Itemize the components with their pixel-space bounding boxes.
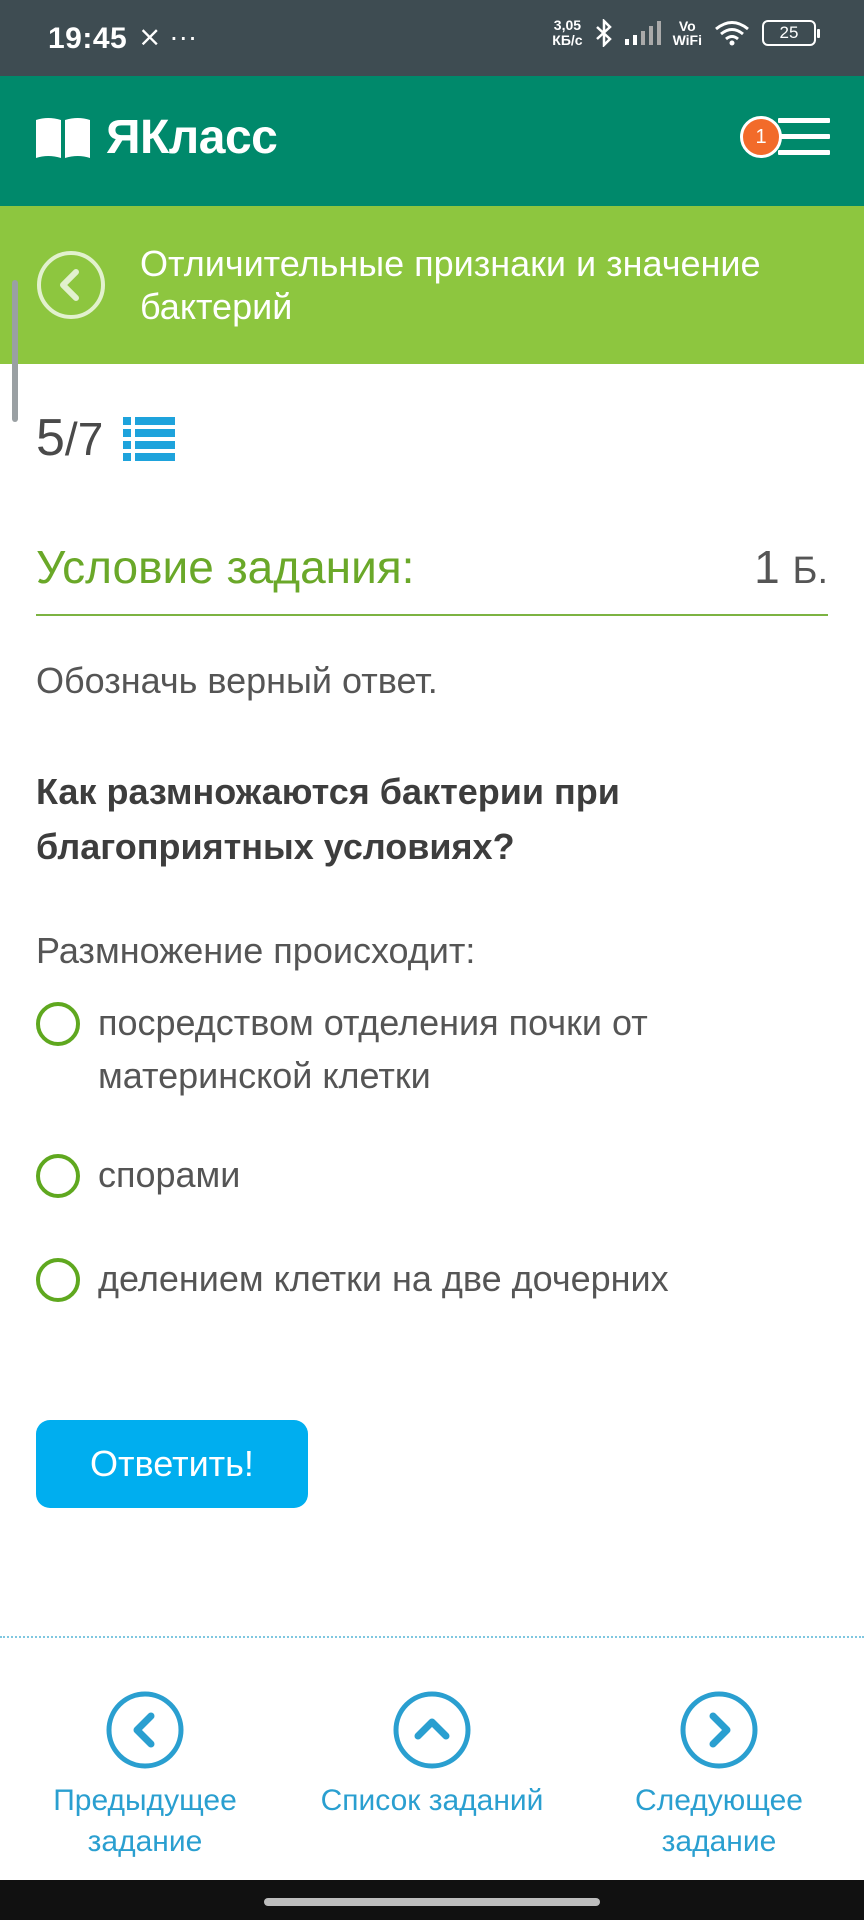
bluetooth-icon xyxy=(595,19,612,47)
task-list-button[interactable]: Список заданий xyxy=(302,1690,562,1821)
task-question: Как размножаются бактерии при благоприят… xyxy=(36,771,620,867)
vowifi-bottom: WiFi xyxy=(672,32,702,48)
chevron-up-circle-icon xyxy=(393,1691,471,1769)
points-unit: Б. xyxy=(792,550,829,592)
option-label: спорами xyxy=(98,1154,241,1195)
task-progress: 5/7 xyxy=(36,408,176,468)
dotted-divider xyxy=(0,1636,864,1638)
progress-current: 5 xyxy=(36,409,65,467)
scroll-indicator xyxy=(12,280,18,422)
option-label: делением клетки на две дочерних xyxy=(98,1258,669,1299)
answer-option[interactable]: посредством отделения почки от материнск… xyxy=(36,1000,826,1102)
task-list-icon[interactable] xyxy=(123,415,176,461)
wifi-icon xyxy=(715,21,749,46)
notification-badge: 1 xyxy=(740,116,782,158)
logo[interactable]: ЯКласс xyxy=(34,110,278,165)
status-bar: 19:45 ⨯ ··· 3,05 КБ/с Vo WiFi 25 xyxy=(0,0,864,76)
status-right-icons: 3,05 КБ/с Vo WiFi 25 xyxy=(552,18,820,48)
logo-text: ЯКласс xyxy=(106,111,278,164)
task-instruction: Обозначь верный ответ. xyxy=(36,660,438,701)
radio-button[interactable] xyxy=(36,1002,80,1046)
option-label: посредством отделения почки от материнск… xyxy=(98,1002,648,1096)
signal-icon xyxy=(624,21,661,45)
topic-title: Отличительные признаки и значение бактер… xyxy=(140,243,761,327)
task-prompt: Размножение происходит: xyxy=(36,930,476,971)
app-header: ЯКласс 1 xyxy=(0,76,864,206)
topic-bar: Отличительные признаки и значение бактер… xyxy=(0,206,864,364)
progress-text: 5/7 xyxy=(36,408,103,468)
prev-task-label: Предыдущее задание xyxy=(53,1784,237,1858)
bottom-navigation: Предыдущее задание Список заданий Следую… xyxy=(0,1690,864,1870)
net-speed: 3,05 КБ/с xyxy=(552,18,582,48)
radio-button[interactable] xyxy=(36,1258,80,1302)
battery-icon: 25 xyxy=(762,20,820,46)
hamburger-icon xyxy=(778,118,830,166)
home-indicator[interactable] xyxy=(264,1898,600,1906)
task-list-label: Список заданий xyxy=(320,1784,544,1817)
next-task-label: Следующее задание xyxy=(635,1784,803,1858)
radio-button[interactable] xyxy=(36,1154,80,1198)
points-value: 1 xyxy=(754,541,780,593)
back-circle-icon[interactable] xyxy=(36,250,106,320)
progress-total: /7 xyxy=(64,413,104,465)
vowifi-indicator: Vo WiFi xyxy=(673,19,702,47)
next-task-button[interactable]: Следующее задание xyxy=(589,1690,849,1862)
book-logo-icon xyxy=(36,117,90,158)
answer-button[interactable]: Ответить! xyxy=(36,1420,308,1508)
net-speed-value: 3,05 xyxy=(553,17,582,33)
chevron-left-circle-icon xyxy=(106,1691,184,1769)
net-speed-unit: КБ/с xyxy=(552,32,583,48)
chevron-right-circle-icon xyxy=(680,1691,758,1769)
condition-header: Условие задания: 1 Б. xyxy=(36,540,828,616)
vowifi-top: Vo xyxy=(678,18,696,34)
condition-title: Условие задания: xyxy=(36,541,415,593)
prev-task-button[interactable]: Предыдущее задание xyxy=(15,1690,275,1862)
task-points: 1 Б. xyxy=(754,540,828,594)
status-notification-icons: ⨯ ··· xyxy=(138,21,198,52)
answer-option[interactable]: делением клетки на две дочерних xyxy=(36,1256,826,1305)
menu-button[interactable]: 1 xyxy=(734,116,830,162)
answer-option[interactable]: спорами xyxy=(36,1152,826,1201)
status-time: 19:45 xyxy=(48,22,128,55)
